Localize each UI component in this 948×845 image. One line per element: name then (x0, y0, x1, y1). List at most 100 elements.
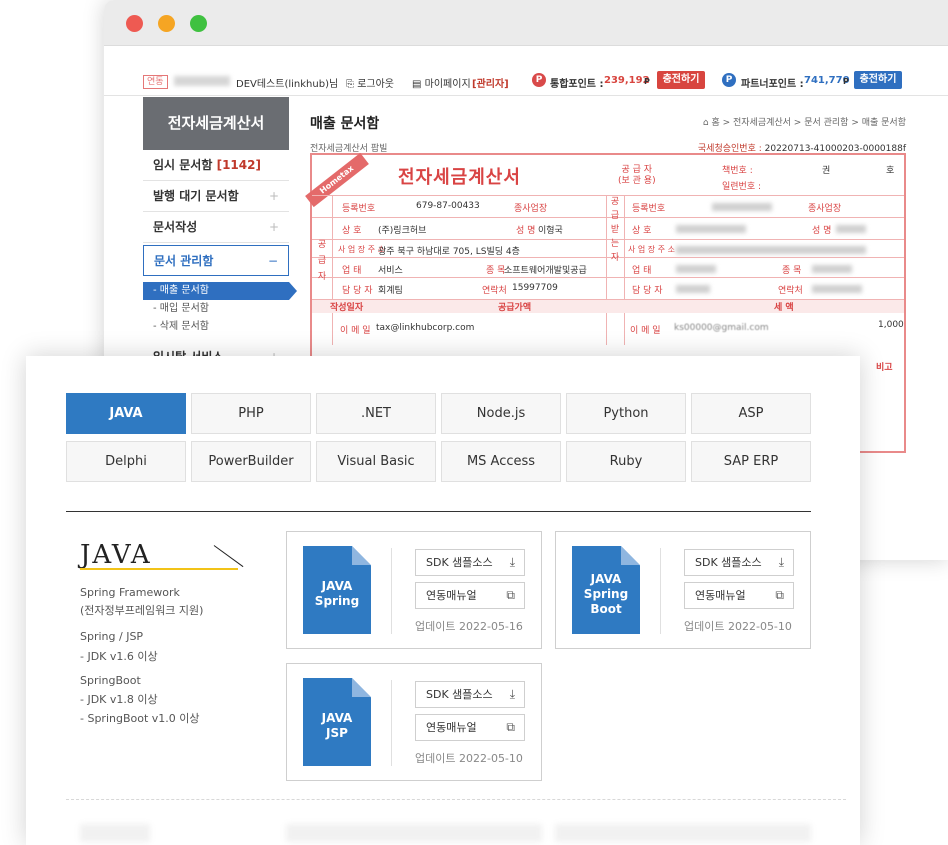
desc-line: Spring / JSP (80, 630, 144, 643)
tab-delphi[interactable]: Delphi (66, 441, 186, 482)
maximize-dot-icon[interactable] (190, 15, 207, 32)
label-note: 비고 (876, 363, 893, 373)
point-icon: P (532, 73, 546, 87)
sdk-sample-button[interactable]: SDK 샘플소스 ⤓ (684, 549, 794, 576)
invoice-kind-line: 공 급 자 (621, 165, 653, 175)
section-title: JAVA (80, 540, 152, 570)
file-icon-label: Spring (314, 594, 360, 608)
button-label: 연동매뉴얼 (426, 589, 477, 602)
charge-point-button[interactable]: 충전하기 (657, 71, 705, 89)
buyer-address-blurred (676, 246, 866, 254)
invoice-col-line (606, 195, 607, 345)
serial-number-label: 일련번호 : (722, 182, 762, 192)
buyer-label-address: 사 업 장 주 소 (628, 245, 675, 254)
section-divider (66, 511, 811, 512)
desc-line: Spring Framework (80, 586, 180, 599)
tab-powerbuilder[interactable]: PowerBuilder (191, 441, 311, 482)
mypage-link[interactable]: ▤ 마이페이지 (412, 75, 471, 90)
close-dot-icon[interactable] (126, 15, 143, 32)
download-icon: ⤓ (509, 687, 515, 701)
logout-label: 로그아웃 (357, 79, 394, 90)
tab-ruby[interactable]: Ruby (566, 441, 686, 482)
plus-icon: + (268, 189, 279, 203)
faded-next-card (286, 824, 542, 842)
tab-asp[interactable]: ASP (691, 393, 811, 434)
invoice-title: 전자세금계산서 (398, 167, 521, 188)
sdk-card-java-springboot: JAVA Spring Boot SDK 샘플소스 ⤓ 연동매뉴얼 ⧉ 업데이트 2… (555, 531, 811, 649)
sidebar-item-pending[interactable]: 발행 대기 문서함 + (143, 181, 289, 212)
label-reg-no: 등록번호 (342, 204, 376, 214)
button-label: SDK 샘플소스 (426, 556, 493, 569)
sidebar-item-temp[interactable]: 임시 문서함 [1142] (143, 150, 289, 181)
manual-button[interactable]: 연동매뉴얼 ⧉ (684, 582, 794, 609)
desc-line: - SpringBoot v1.0 이상 (80, 712, 200, 725)
buyer-label-email: 이 메 일 (630, 326, 661, 336)
supplier-name: (주)링크허브 (378, 226, 427, 236)
breadcrumb-text: 홈 > 전자세금계산서 > 문서 관리함 > 매출 문서함 (711, 118, 906, 128)
charge-partner-point-button[interactable]: 충전하기 (854, 71, 902, 89)
sdk-panel: JAVA PHP .NET Node.js Python ASP Delphi … (26, 356, 860, 845)
supplier-contact: 15997709 (512, 283, 558, 293)
label-supply-amount: 공급가액 (498, 303, 532, 313)
integrated-point-value: 239,192 (604, 75, 650, 86)
minimize-dot-icon[interactable] (158, 15, 175, 32)
sidebar-sub-deleted[interactable]: - 삭제 문서함 (143, 318, 289, 336)
tab-php[interactable]: PHP (191, 393, 311, 434)
buyer-side-label: 공 급 받 는 자 (610, 197, 620, 263)
sidebar-item-label: 임시 문서함 (153, 158, 213, 172)
button-label: 연동매뉴얼 (695, 589, 746, 602)
invoice-col-line (332, 195, 333, 345)
tab-dotnet[interactable]: .NET (316, 393, 436, 434)
buyer-contact-blurred (812, 285, 862, 293)
tab-visual-basic[interactable]: Visual Basic (316, 441, 436, 482)
desc-line: - JDK v1.6 이상 (80, 650, 158, 663)
supplier-reg-no: 679-87-00433 (416, 201, 480, 211)
file-fold (352, 546, 371, 565)
sdk-sample-button[interactable]: SDK 샘플소스 ⤓ (415, 549, 525, 576)
manual-button[interactable]: 연동매뉴얼 ⧉ (415, 714, 525, 741)
manual-button[interactable]: 연동매뉴얼 ⧉ (415, 582, 525, 609)
partner-point-icon: P (722, 73, 736, 87)
buyer-biz-type-blurred (676, 265, 716, 273)
invoice-kind: 공 급 자 (보 관 용) (618, 165, 656, 187)
update-date: 업데이트 2022-05-10 (415, 752, 523, 765)
hometax-ribbon: Hometax (305, 152, 369, 208)
sidebar-item-label: 문서작성 (153, 220, 198, 234)
invoice-kind-line: (보 관 용) (618, 176, 656, 186)
file-icon-label: JAVA (321, 711, 353, 725)
sidebar-item-write[interactable]: 문서작성 + (143, 212, 289, 243)
tab-nodejs[interactable]: Node.js (441, 393, 561, 434)
external-link-icon: ⧉ (506, 720, 515, 734)
title-underline (80, 568, 238, 570)
sidebar-title: 전자세금계산서 (143, 97, 289, 150)
buyer-reg-no-blurred (712, 203, 772, 211)
supplier-biz-type: 서비스 (378, 266, 403, 276)
minus-icon: − (267, 254, 278, 268)
tab-sap-erp[interactable]: SAP ERP (691, 441, 811, 482)
label-sub-no: 종사업장 (514, 204, 548, 214)
sidebar-sub-sales[interactable]: - 매출 문서함 (143, 282, 297, 300)
buyer-label-biz-class: 종 목 (782, 266, 802, 276)
supplier-manager: 회계팀 (378, 286, 403, 296)
buyer-label-name: 상 호 (632, 226, 652, 236)
tax-amount-value: 1,000 (878, 320, 904, 330)
buyer-label-manager: 담 당 자 (632, 286, 663, 296)
desc-line: SpringBoot (80, 674, 141, 687)
sidebar-item-label: 발행 대기 문서함 (153, 189, 239, 203)
tab-python[interactable]: Python (566, 393, 686, 434)
external-link-icon: ⧉ (506, 588, 515, 602)
breadcrumb: ⌂ 홈 > 전자세금계산서 > 문서 관리함 > 매출 문서함 (703, 115, 906, 128)
book-number-label: 책번호 : (722, 166, 753, 176)
buyer-ceo-blurred (836, 225, 866, 233)
sdk-sample-button[interactable]: SDK 샘플소스 ⤓ (415, 681, 525, 708)
logout-link[interactable]: ⎘ 로그아웃 (346, 75, 394, 90)
sdk-card-java-spring: JAVA Spring SDK 샘플소스 ⤓ 연동매뉴얼 ⧉ 업데이트 2022-0… (286, 531, 542, 649)
sidebar-sub-purchase[interactable]: - 매입 문서함 (143, 300, 289, 318)
tab-ms-access[interactable]: MS Access (441, 441, 561, 482)
tab-java[interactable]: JAVA (66, 393, 186, 434)
desc-line: - JDK v1.8 이상 (80, 693, 158, 706)
book-volume-unit: 권 (822, 166, 831, 176)
supplier-biz-class: 소프트웨어개발및공급 (504, 266, 587, 276)
admin-link[interactable]: [관리자] (472, 75, 509, 90)
sidebar-item-manage[interactable]: 문서 관리함 − (143, 245, 289, 276)
